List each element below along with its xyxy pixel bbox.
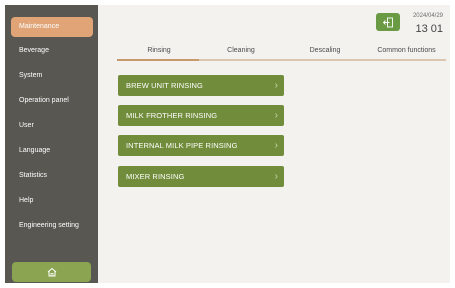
chevron-right-icon: › bbox=[274, 171, 278, 182]
tab-underline bbox=[367, 59, 446, 61]
tab-cleaning[interactable]: Cleaning bbox=[199, 45, 283, 61]
button-label: MILK FROTHER RINSING bbox=[126, 111, 218, 120]
main-panel: 2024/04/29 13 01 Rinsing Cleaning Descal… bbox=[98, 5, 450, 283]
sidebar-item-user[interactable]: User bbox=[11, 116, 93, 136]
tab-label: Rinsing bbox=[147, 47, 171, 54]
internal-milk-pipe-rinsing-button[interactable]: INTERNAL MILK PIPE RINSING › bbox=[118, 135, 284, 156]
milk-frother-rinsing-button[interactable]: MILK FROTHER RINSING › bbox=[118, 105, 284, 126]
back-icon bbox=[382, 17, 393, 27]
tab-label: Descaling bbox=[309, 47, 341, 54]
sidebar-item-maintenance[interactable]: Maintenance bbox=[11, 17, 93, 37]
sidebar-item-beverage[interactable]: Beverage bbox=[11, 41, 93, 61]
tab-common-functions[interactable]: Common functions bbox=[367, 45, 446, 61]
tab-descaling[interactable]: Descaling bbox=[283, 45, 367, 61]
tab-label: Common functions bbox=[377, 47, 436, 54]
sidebar-item-system[interactable]: System bbox=[11, 66, 93, 86]
chevron-right-icon: › bbox=[274, 140, 278, 151]
sidebar-item-help[interactable]: Help bbox=[11, 191, 93, 211]
home-button[interactable] bbox=[12, 262, 91, 282]
chevron-right-icon: › bbox=[274, 110, 278, 121]
sidebar-item-engineering-setting[interactable]: Engineering setting bbox=[11, 216, 93, 236]
mixer-rinsing-button[interactable]: MIXER RINSING › bbox=[118, 166, 284, 187]
button-label: BREW UNIT RINSING bbox=[126, 81, 203, 90]
tab-rinsing[interactable]: Rinsing bbox=[117, 45, 201, 61]
sidebar: Maintenance Beverage System Operation pa… bbox=[5, 5, 98, 283]
brew-unit-rinsing-button[interactable]: BREW UNIT RINSING › bbox=[118, 75, 284, 96]
back-button[interactable] bbox=[376, 13, 400, 31]
tab-underline bbox=[283, 59, 367, 61]
sidebar-item-language[interactable]: Language bbox=[11, 141, 93, 161]
button-label: MIXER RINSING bbox=[126, 172, 185, 181]
tab-underline bbox=[117, 59, 201, 61]
sidebar-item-statistics[interactable]: Statistics bbox=[11, 166, 93, 186]
sidebar-item-operation-panel[interactable]: Operation panel bbox=[11, 91, 93, 111]
home-icon bbox=[47, 267, 56, 277]
app-frame: Maintenance Beverage System Operation pa… bbox=[5, 5, 450, 283]
time-display: 13 01 bbox=[415, 23, 443, 35]
date-display: 2024/04/29 bbox=[412, 13, 443, 19]
chevron-right-icon: › bbox=[274, 80, 278, 91]
tab-underline bbox=[199, 59, 283, 61]
tab-label: Cleaning bbox=[227, 47, 255, 54]
button-label: INTERNAL MILK PIPE RINSING bbox=[126, 141, 238, 150]
